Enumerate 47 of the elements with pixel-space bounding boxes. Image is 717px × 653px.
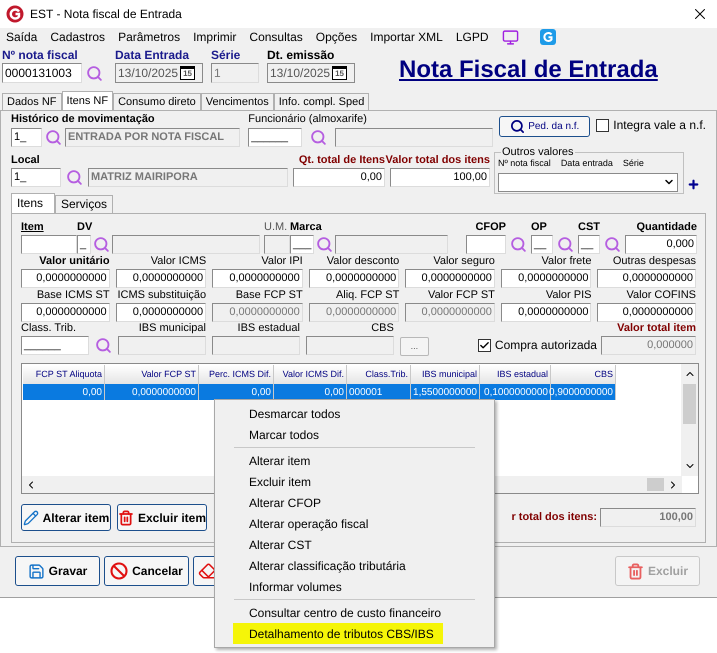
- field-label: Item: [21, 221, 45, 234]
- field-label: Local: [11, 154, 41, 167]
- field-label: Valor PIS: [546, 289, 592, 302]
- field-label: CFOP: [475, 221, 506, 234]
- table-cell: 0,0000000000: [105, 384, 199, 400]
- field-label: Compra autorizada: [494, 339, 597, 352]
- field-label: IBS municipal: [138, 322, 206, 335]
- field-label: IBS estadual: [238, 322, 300, 335]
- field-label: Data Entrada: [115, 48, 190, 63]
- field-label: Valor total dos itens: [385, 154, 490, 167]
- field-label: Valor IPI: [261, 255, 303, 268]
- field-label: DV: [77, 221, 94, 234]
- field-label: OP: [531, 221, 548, 234]
- field-label: Qt. total de Itens: [298, 154, 385, 167]
- field-label: Série: [211, 48, 242, 63]
- field-label: Marca: [290, 221, 323, 234]
- field-label: Quantidade: [636, 221, 697, 234]
- field-label: Valor desconto: [326, 255, 400, 268]
- field-label: Base FCP ST: [236, 289, 303, 302]
- field-label: Valor seguro: [433, 255, 495, 268]
- field-label: CBS: [371, 322, 394, 335]
- field-label: Nº nota fiscal: [2, 48, 79, 63]
- table-cell: 0,00: [23, 384, 105, 400]
- field-label: r total dos itens:: [511, 510, 597, 526]
- field-label: Valor frete: [542, 255, 592, 268]
- field-label: Funcionário (almoxarife): [248, 113, 368, 126]
- field-label: Outras despesas: [612, 255, 696, 268]
- window-title: EST - Nota fiscal de Entrada: [30, 6, 182, 23]
- column-label: Nº nota fiscal: [498, 157, 551, 170]
- field-label: Valor COFINS: [626, 289, 696, 302]
- field-label: Valor ICMS: [150, 255, 206, 268]
- field-label: Dt. emissão: [267, 48, 336, 63]
- field-label: Valor FCP ST: [428, 289, 495, 302]
- field-label: Integra vale a n.f.: [613, 119, 706, 132]
- field-label: Aliq. FCP ST: [336, 289, 400, 302]
- field-label: Valor unitário: [39, 255, 110, 268]
- field-label: Histórico de movimentação: [11, 113, 156, 126]
- field-label: U.M.: [264, 221, 288, 234]
- group-title: Outros valores: [501, 146, 575, 158]
- field-label: ICMS substituição: [118, 289, 206, 302]
- field-label: Base ICMS ST: [36, 289, 110, 302]
- column-label: Data entrada: [560, 157, 613, 170]
- column-label: Série: [622, 157, 644, 170]
- field-label: Class. Trib.: [21, 322, 78, 335]
- page-heading: Nota Fiscal de Entrada: [399, 55, 658, 85]
- field-label: CST: [578, 221, 600, 234]
- field-label: Valor total item: [617, 322, 696, 335]
